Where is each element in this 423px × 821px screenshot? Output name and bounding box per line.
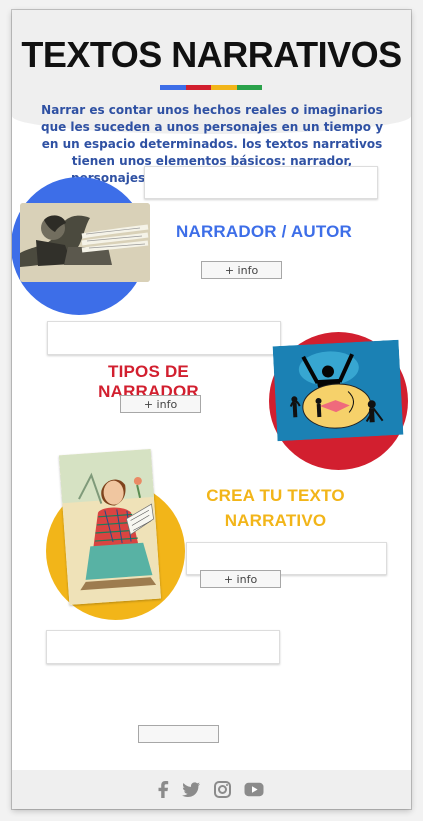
instagram-icon-svg xyxy=(213,780,231,798)
page-title: TEXTOS NARRATIVOS xyxy=(21,34,402,75)
green-accent-segment xyxy=(236,85,262,90)
writing-woman-illustration xyxy=(58,448,162,606)
crea-tu-texto-title: CREA TU TEXTO NARRATIVO xyxy=(203,483,348,533)
crea-tu-texto-title-line-1: CREA TU TEXTO xyxy=(206,486,345,505)
narrador-info-button[interactable]: + info xyxy=(201,261,282,279)
crea-info-button[interactable]: + info xyxy=(200,570,281,588)
accent-color-bar xyxy=(160,85,262,90)
blank-button[interactable] xyxy=(138,725,219,743)
crea-tu-texto-title-line-2: NARRATIVO xyxy=(224,511,327,530)
writing-woman-svg xyxy=(58,448,162,606)
footer xyxy=(12,770,411,809)
red-accent-segment xyxy=(185,85,211,90)
narrador-autor-title: NARRADOR / AUTOR xyxy=(175,222,353,241)
page: TEXTOS NARRATIVOS Narrar es contar unos … xyxy=(0,0,423,821)
blank-content-box xyxy=(46,630,280,664)
blank-content-box xyxy=(144,166,378,199)
instagram-icon[interactable] xyxy=(211,780,233,798)
youtube-icon[interactable] xyxy=(243,780,265,798)
youtube-icon-svg xyxy=(244,782,264,796)
facebook-icon-svg xyxy=(158,780,169,798)
yellow-accent-segment xyxy=(211,85,237,90)
narrator-types-svg xyxy=(272,339,404,442)
content-card: TEXTOS NARRATIVOS Narrar es contar unos … xyxy=(12,10,411,809)
facebook-icon[interactable] xyxy=(153,780,175,798)
writer-svg-illustration xyxy=(20,203,150,282)
twitter-icon[interactable] xyxy=(180,780,202,798)
writer-illustration xyxy=(20,203,150,282)
tipos-info-button[interactable]: + info xyxy=(120,395,201,413)
blue-accent-segment xyxy=(160,85,186,90)
narrator-types-illustration xyxy=(272,339,404,442)
blank-content-box xyxy=(47,321,281,355)
twitter-icon-svg xyxy=(182,781,200,797)
